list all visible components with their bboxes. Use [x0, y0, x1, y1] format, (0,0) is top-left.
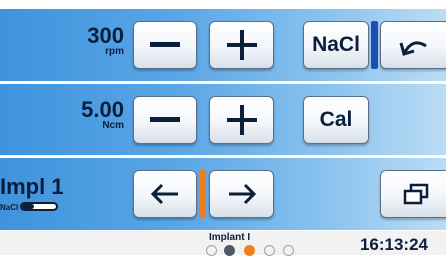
previous-step-button[interactable]	[133, 170, 197, 218]
windows-icon	[403, 183, 428, 205]
minus-icon	[150, 42, 180, 47]
program-menu-button[interactable]	[380, 170, 446, 218]
speed-row: 300 rpm NaCl	[0, 9, 446, 81]
step-dot-active	[244, 245, 255, 256]
next-step-button[interactable]	[209, 170, 274, 218]
nacl-button-label: NaCl	[312, 33, 360, 56]
nacl-indicator-label: NaCl	[0, 203, 19, 212]
speed-display: 300 rpm	[24, 25, 124, 57]
nacl-button[interactable]: NaCl	[303, 21, 369, 69]
speed-value: 300	[87, 23, 124, 48]
implant-label: Impl 1	[0, 174, 64, 199]
nacl-flow-level	[22, 204, 34, 209]
torque-display: 5.00 Ncm	[24, 99, 124, 131]
torque-value: 5.00	[81, 97, 124, 122]
minus-icon	[150, 117, 180, 122]
implant-display: Impl 1 NaCl	[0, 170, 124, 218]
plus-icon	[226, 30, 257, 60]
torque-decrease-button[interactable]	[133, 96, 197, 144]
arrow-left-icon	[150, 183, 178, 205]
nacl-flow-indicator	[20, 202, 58, 211]
status-bar: Implant I 16:13:24	[0, 231, 446, 256]
arrow-right-icon	[228, 183, 256, 205]
speed-unit: rpm	[105, 46, 124, 57]
torque-increase-button[interactable]	[209, 96, 274, 144]
torque-unit: Ncm	[102, 120, 124, 131]
cal-button-label: Cal	[319, 108, 353, 131]
nacl-active-indicator	[371, 21, 378, 69]
step-divider	[199, 170, 206, 218]
speed-increase-button[interactable]	[209, 21, 274, 69]
step-dot	[206, 245, 217, 256]
step-dot	[224, 245, 235, 256]
clock: 16:13:24	[359, 235, 428, 254]
step-dot	[264, 245, 275, 256]
step-dot	[283, 245, 294, 256]
reverse-rotation-button[interactable]	[380, 21, 446, 69]
speed-decrease-button[interactable]	[133, 21, 197, 69]
program-name: Implant I	[209, 232, 251, 243]
torque-row: 5.00 Ncm Cal	[0, 84, 446, 156]
cal-button[interactable]: Cal	[303, 96, 369, 144]
implant-row: Impl 1 NaCl	[0, 158, 446, 230]
plus-icon	[226, 105, 257, 135]
rotate-left-icon	[399, 41, 427, 56]
